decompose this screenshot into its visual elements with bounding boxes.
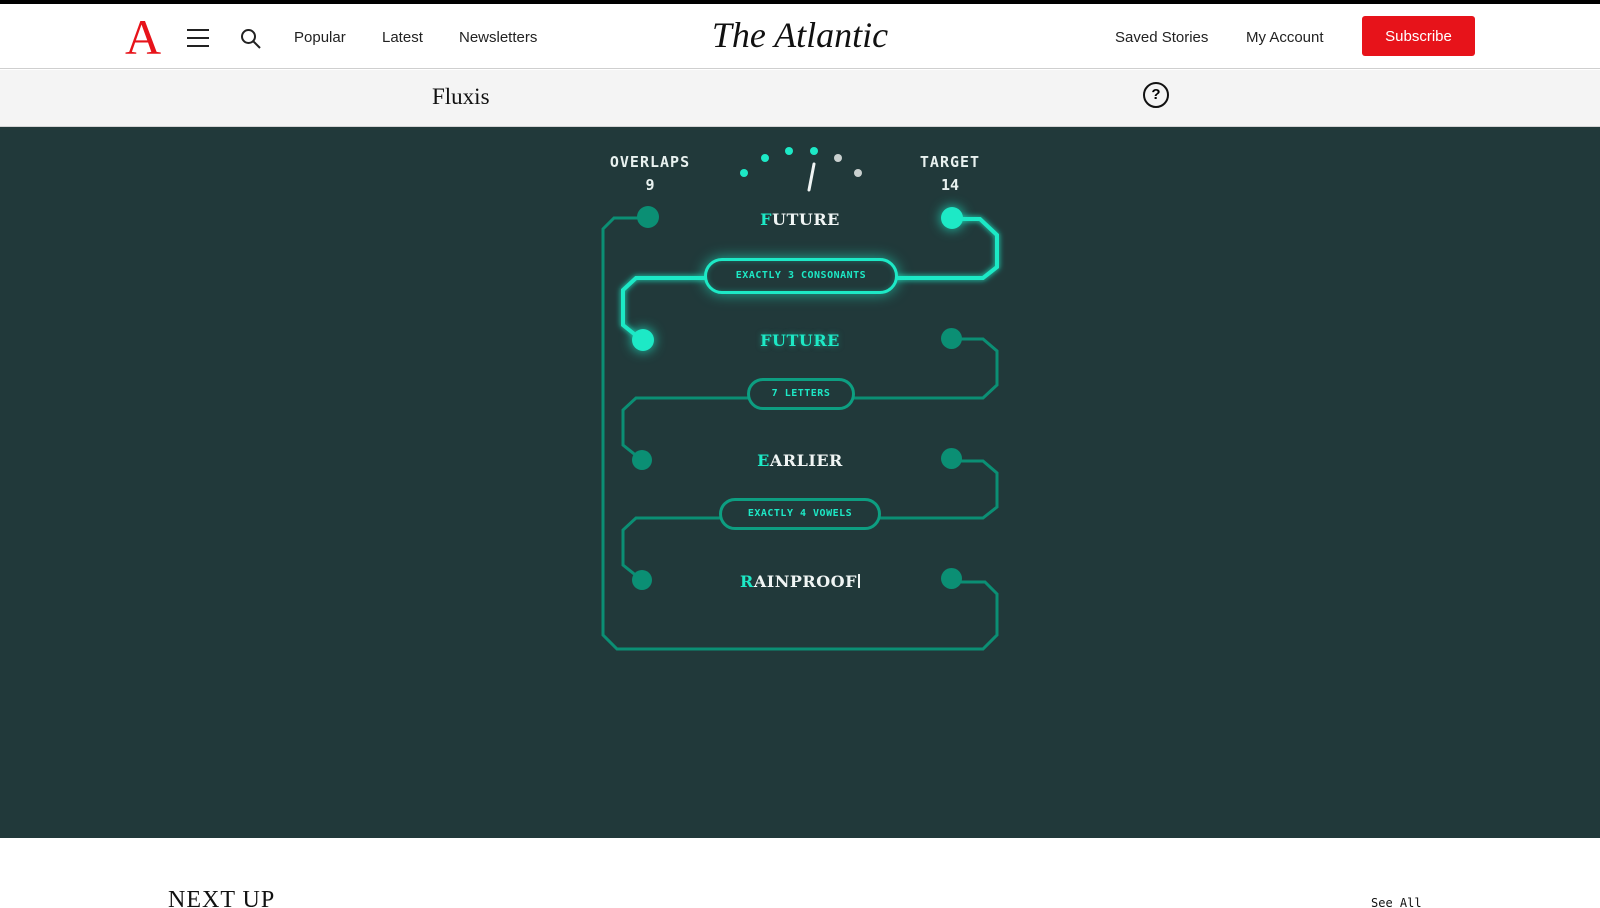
word-input-row-4[interactable]: RAINPROOF (700, 572, 900, 591)
node-right-3[interactable] (941, 448, 962, 469)
site-header: A Popular Latest Newsletters The Atlanti… (0, 4, 1600, 69)
node-right-2[interactable] (941, 328, 962, 349)
help-button[interactable]: ? (1143, 82, 1169, 108)
search-icon[interactable] (240, 28, 262, 50)
hamburger-menu-icon[interactable] (187, 29, 209, 47)
progress-dot-5 (834, 154, 842, 162)
nav-popular[interactable]: Popular (294, 29, 346, 46)
word-row-3[interactable]: EARLIER (700, 451, 900, 470)
next-up-heading: NEXT UP (168, 887, 276, 908)
rule-exactly-4-vowels[interactable]: EXACTLY 4 VOWELS (719, 498, 881, 530)
dial-needle (807, 162, 816, 192)
overlaps-label: OVERLAPS (609, 153, 691, 171)
progress-dot-3 (785, 147, 793, 155)
see-all-link[interactable]: See All (1371, 896, 1422, 908)
game-board: OVERLAPS 9 TARGET 14 FUTURE FUTURE EARLI… (0, 127, 1600, 838)
target-value: 14 (940, 176, 960, 194)
progress-dot-2 (761, 154, 769, 162)
progress-dot-6 (854, 169, 862, 177)
progress-dot-4 (810, 147, 818, 155)
circuit-paths (601, 147, 999, 651)
text-cursor (857, 574, 860, 588)
brand-wordmark[interactable]: The Atlantic (700, 14, 900, 56)
my-account-link[interactable]: My Account (1246, 29, 1324, 46)
game-title: Fluxis (432, 84, 490, 109)
rule-exactly-3-consonants[interactable]: EXACTLY 3 CONSONANTS (704, 258, 898, 294)
progress-dot-1 (740, 169, 748, 177)
overlaps-value: 9 (645, 176, 655, 194)
saved-stories-link[interactable]: Saved Stories (1115, 29, 1208, 46)
node-left-2[interactable] (632, 329, 654, 351)
subscribe-button[interactable]: Subscribe (1362, 16, 1475, 56)
node-right-4[interactable] (941, 568, 962, 589)
nav-latest[interactable]: Latest (382, 29, 423, 46)
rule-7-letters[interactable]: 7 LETTERS (747, 378, 855, 410)
word-row-2[interactable]: FUTURE (700, 331, 900, 350)
word-row-1[interactable]: FUTURE (700, 210, 900, 229)
target-label: TARGET (919, 153, 981, 171)
atlantic-logo[interactable]: A (125, 10, 161, 64)
node-left-1[interactable] (637, 206, 659, 228)
node-left-4[interactable] (632, 570, 652, 590)
node-left-3[interactable] (632, 450, 652, 470)
game-title-bar: Fluxis ? (0, 70, 1600, 127)
nav-newsletters[interactable]: Newsletters (459, 29, 537, 46)
node-right-1[interactable] (941, 207, 963, 229)
progress-dial (740, 147, 862, 192)
